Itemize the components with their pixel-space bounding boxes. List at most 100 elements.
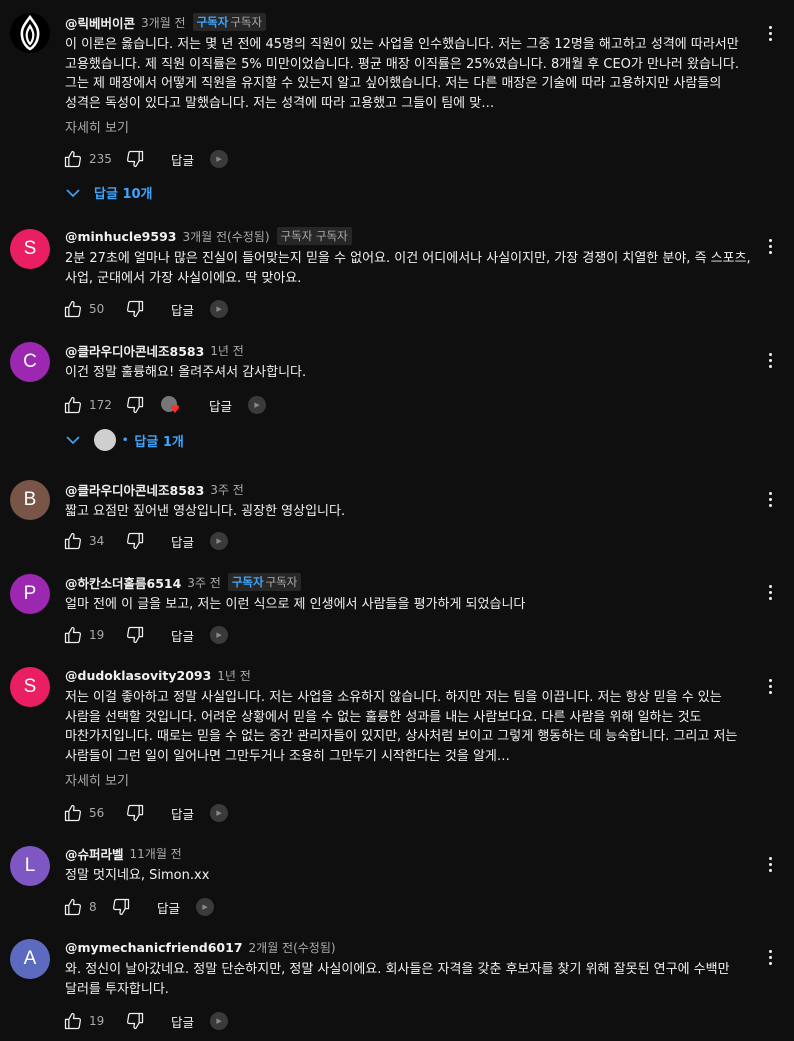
- view-replies-button[interactable]: • 답글 1개: [66, 429, 184, 451]
- thumbs-down-icon[interactable]: [125, 395, 145, 415]
- read-more-link[interactable]: 자세히 보기: [65, 770, 754, 789]
- comment-meta: @minhucle9593 3개월 전(수정됨) 구독자 구독자: [65, 227, 754, 245]
- author-name[interactable]: @minhucle9593: [65, 229, 176, 244]
- member-badge: 구독자 구독자: [276, 227, 352, 245]
- comment-time[interactable]: 3개월 전(수정됨): [182, 228, 269, 245]
- more-options-icon[interactable]: [760, 857, 780, 872]
- replies-count: 답글 1개: [134, 434, 184, 450]
- reply-button[interactable]: 답글: [209, 396, 232, 415]
- author-name[interactable]: @슈퍼라벨: [65, 844, 124, 863]
- read-more-link[interactable]: 자세히 보기: [65, 117, 754, 136]
- thumbs-down-icon[interactable]: [125, 299, 145, 319]
- member-badge: 구독자 구독자: [227, 573, 302, 591]
- creator-avatar-icon: ▶: [210, 804, 229, 822]
- thumbs-down-icon[interactable]: [125, 625, 145, 645]
- comment-time[interactable]: 1년 전: [210, 342, 244, 359]
- more-options-icon[interactable]: [760, 26, 780, 41]
- author-name[interactable]: @클라우디아콘네조8583: [65, 341, 204, 360]
- reply-button[interactable]: 답글: [171, 532, 194, 551]
- comment-meta: @슈퍼라벨 11개월 전: [65, 844, 754, 862]
- comment-text: 짧고 요점만 짚어낸 영상입니다. 굉장한 영상입니다.: [65, 504, 346, 519]
- comment-actions: 172 ♥ 답글 ▶: [63, 393, 267, 417]
- like-count: 50: [89, 302, 105, 316]
- like-count: 172: [89, 398, 112, 412]
- author-name[interactable]: @릭베버이콘: [65, 13, 135, 32]
- thumbs-up-icon[interactable]: [63, 897, 83, 917]
- avatar[interactable]: P: [10, 574, 50, 614]
- author-name[interactable]: @하칸소더홀름6514: [65, 573, 181, 592]
- comment-meta: @mymechanicfriend6017 2개월 전(수정됨): [65, 938, 754, 956]
- more-options-icon[interactable]: [760, 585, 780, 600]
- avatar[interactable]: C: [10, 342, 50, 382]
- like-count: 56: [89, 806, 105, 820]
- thumbs-down-icon[interactable]: [125, 149, 145, 169]
- comment-actions: 50 답글 ▶: [63, 297, 229, 321]
- more-options-icon[interactable]: [760, 353, 780, 368]
- comment-meta: @클라우디아콘네조8583 3주 전: [65, 480, 754, 498]
- more-options-icon[interactable]: [760, 239, 780, 254]
- member-badge-strong: 구독자: [196, 15, 229, 29]
- avatar[interactable]: L: [10, 846, 50, 886]
- flame-logo-icon: [10, 13, 50, 53]
- comment-meta: @릭베버이콘 3개월 전 구독자 구독자: [65, 13, 754, 31]
- comment-actions: 235 답글 ▶: [63, 147, 229, 171]
- more-options-icon[interactable]: [760, 950, 780, 965]
- comment-text: 이건 정말 훌륭해요! 올려주셔서 감사합니다.: [65, 365, 307, 380]
- comment-text: 이 이론은 옳습니다. 저는 몇 년 전에 45명의 직원이 있는 사업을 인수…: [65, 37, 739, 111]
- more-options-icon[interactable]: [760, 492, 780, 507]
- comment-time[interactable]: 11개월 전: [130, 845, 182, 862]
- chevron-down-icon: [66, 188, 80, 197]
- author-name[interactable]: @클라우디아콘네조8583: [65, 480, 204, 499]
- comment-time[interactable]: 1년 전: [217, 667, 251, 684]
- creator-avatar-icon: ▶: [210, 1012, 229, 1030]
- thumbs-down-icon[interactable]: [125, 1011, 145, 1031]
- reply-author-avatar: [94, 429, 116, 451]
- thumbs-down-icon[interactable]: [111, 897, 131, 917]
- more-options-icon[interactable]: [760, 679, 780, 694]
- comment-time[interactable]: 3주 전: [187, 574, 221, 591]
- avatar[interactable]: S: [10, 667, 50, 707]
- author-name[interactable]: @mymechanicfriend6017: [65, 940, 243, 955]
- comment-time[interactable]: 2개월 전(수정됨): [249, 939, 336, 956]
- comment-text: 정말 멋지네요, Simon.xx: [65, 868, 210, 883]
- creator-avatar-icon: ▶: [210, 626, 229, 644]
- comment-time[interactable]: 3주 전: [210, 481, 244, 498]
- comment-time[interactable]: 3개월 전: [141, 14, 186, 31]
- comment-actions: 19 답글 ▶: [63, 1009, 229, 1033]
- like-count: 8: [89, 900, 97, 914]
- reply-button[interactable]: 답글: [171, 300, 194, 319]
- comment-actions: 56 답글 ▶: [63, 801, 229, 825]
- thumbs-up-icon[interactable]: [63, 395, 83, 415]
- reply-button[interactable]: 답글: [171, 626, 194, 645]
- thumbs-up-icon[interactable]: [63, 149, 83, 169]
- thumbs-down-icon[interactable]: [125, 531, 145, 551]
- comment-text: 저는 이걸 좋아하고 정말 사실입니다. 저는 사업을 소유하지 않습니다. 하…: [65, 690, 738, 764]
- reply-button[interactable]: 답글: [171, 1012, 194, 1031]
- creator-avatar-icon: ▶: [210, 150, 229, 168]
- replies-count: 답글 10개: [94, 187, 153, 202]
- reply-button[interactable]: 답글: [171, 804, 194, 823]
- view-replies-button[interactable]: 답글 10개: [66, 183, 153, 202]
- creator-avatar-icon: ▶: [210, 300, 229, 318]
- thumbs-up-icon[interactable]: [63, 299, 83, 319]
- author-name[interactable]: @dudoklasovity2093: [65, 668, 211, 683]
- avatar[interactable]: A: [10, 939, 50, 979]
- comment-actions: 34 답글 ▶: [63, 529, 229, 553]
- thumbs-up-icon[interactable]: [63, 531, 83, 551]
- member-badge-strong: 구독자: [231, 575, 264, 589]
- thumbs-up-icon[interactable]: [63, 803, 83, 823]
- thumbs-up-icon[interactable]: [63, 625, 83, 645]
- member-badge: 구독자 구독자: [192, 13, 267, 31]
- avatar[interactable]: S: [10, 229, 50, 269]
- thumbs-down-icon[interactable]: [125, 803, 145, 823]
- comment-meta: @클라우디아콘네조8583 1년 전: [65, 341, 754, 359]
- like-count: 235: [89, 152, 112, 166]
- reply-button[interactable]: 답글: [157, 898, 180, 917]
- avatar[interactable]: B: [10, 480, 50, 520]
- like-count: 19: [89, 628, 105, 642]
- avatar[interactable]: [10, 13, 50, 53]
- creator-heart-icon: ♥: [161, 396, 180, 416]
- member-badge-text: 구독자: [230, 15, 263, 29]
- thumbs-up-icon[interactable]: [63, 1011, 83, 1031]
- reply-button[interactable]: 답글: [171, 150, 194, 169]
